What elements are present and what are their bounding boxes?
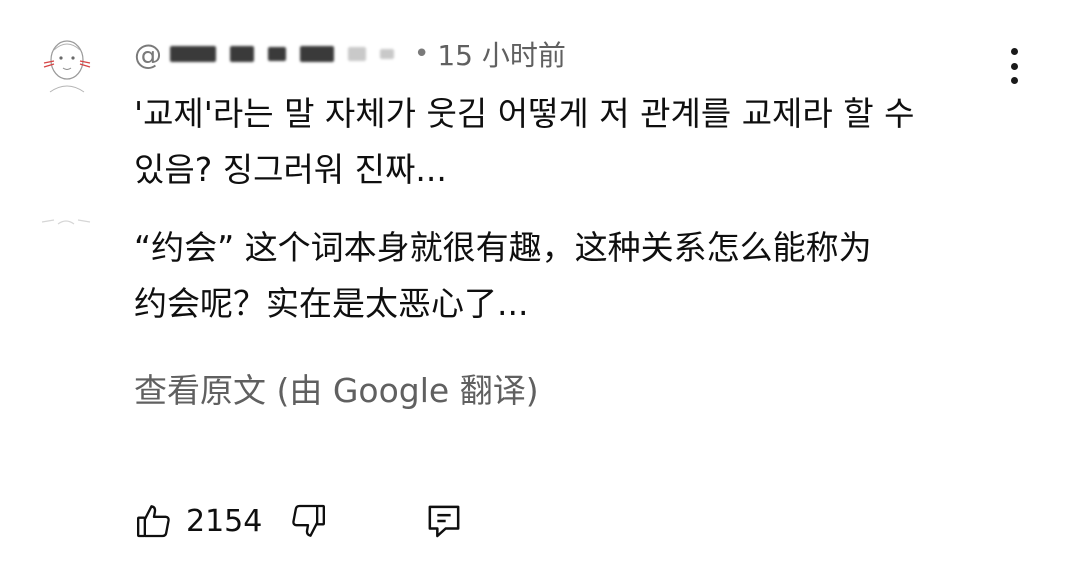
- thumbs-up-icon[interactable]: [134, 501, 174, 541]
- menu-dot: [1010, 77, 1018, 84]
- sketch-face-avatar-icon: [43, 40, 91, 93]
- faded-sketch-icon: [41, 219, 91, 225]
- redaction-block: [268, 47, 286, 61]
- menu-dot: [1010, 62, 1018, 70]
- more-vertical-icon[interactable]: [996, 44, 1032, 88]
- menu-dot: [1010, 48, 1018, 55]
- redaction-block: [348, 47, 366, 61]
- separator-dot: •: [414, 39, 430, 69]
- redaction-block: [230, 46, 254, 62]
- comment-original-text: '교제'라는 말 자체가 웃김 어떻게 저 관계를 교제라 할 수 있음? 징그…: [134, 94, 915, 189]
- faded-avatar: [36, 210, 96, 234]
- thumbs-down-icon[interactable]: [288, 501, 328, 541]
- comment-header: @ • 15 小时前: [134, 34, 566, 74]
- comment-timestamp[interactable]: 15 小时前: [437, 34, 566, 74]
- author-handle-prefix[interactable]: @: [134, 38, 162, 71]
- avatar[interactable]: [32, 30, 102, 100]
- redaction-block: [300, 46, 334, 62]
- redaction-block: [380, 49, 394, 59]
- comment-translated-text: “约会” 这个词本身就很有趣，这种关系怎么能称为 约会呢？实在是太恶心了...: [134, 228, 872, 323]
- comment-actions: 2154: [134, 496, 464, 546]
- like-count: 2154: [186, 503, 263, 539]
- reply-comment-icon[interactable]: [424, 501, 464, 541]
- redaction-block: [170, 46, 216, 62]
- see-original-link[interactable]: 查看原文 (由 Google 翻译): [134, 366, 539, 416]
- author-handle-redacted[interactable]: [170, 46, 394, 62]
